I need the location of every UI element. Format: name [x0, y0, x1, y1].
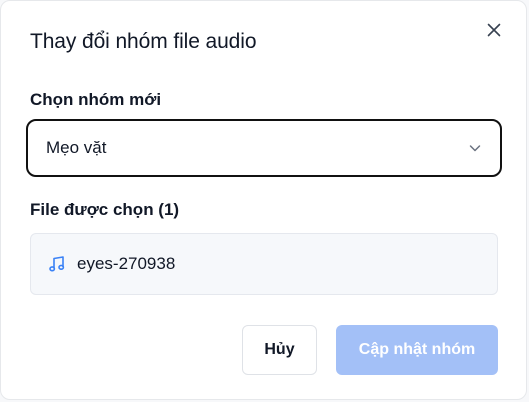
group-select-value: Mẹo vặt	[46, 138, 107, 157]
cancel-button[interactable]: Hủy	[242, 325, 317, 375]
selected-files-label: File được chọn (1)	[30, 200, 180, 219]
update-group-button[interactable]: Cập nhật nhóm	[336, 325, 498, 375]
chevron-down-icon	[468, 141, 482, 155]
close-button[interactable]	[484, 20, 504, 40]
file-name: eyes-270938	[77, 254, 176, 273]
dialog-title: Thay đổi nhóm file audio	[30, 30, 257, 53]
group-select[interactable]: Mẹo vặt	[26, 119, 502, 177]
selected-file-item: eyes-270938	[30, 233, 498, 295]
close-icon	[487, 23, 501, 37]
group-select-label: Chọn nhóm mới	[30, 90, 162, 109]
music-note-icon	[47, 254, 67, 274]
change-audio-group-dialog: Thay đổi nhóm file audio Chọn nhóm mới M…	[0, 0, 527, 400]
